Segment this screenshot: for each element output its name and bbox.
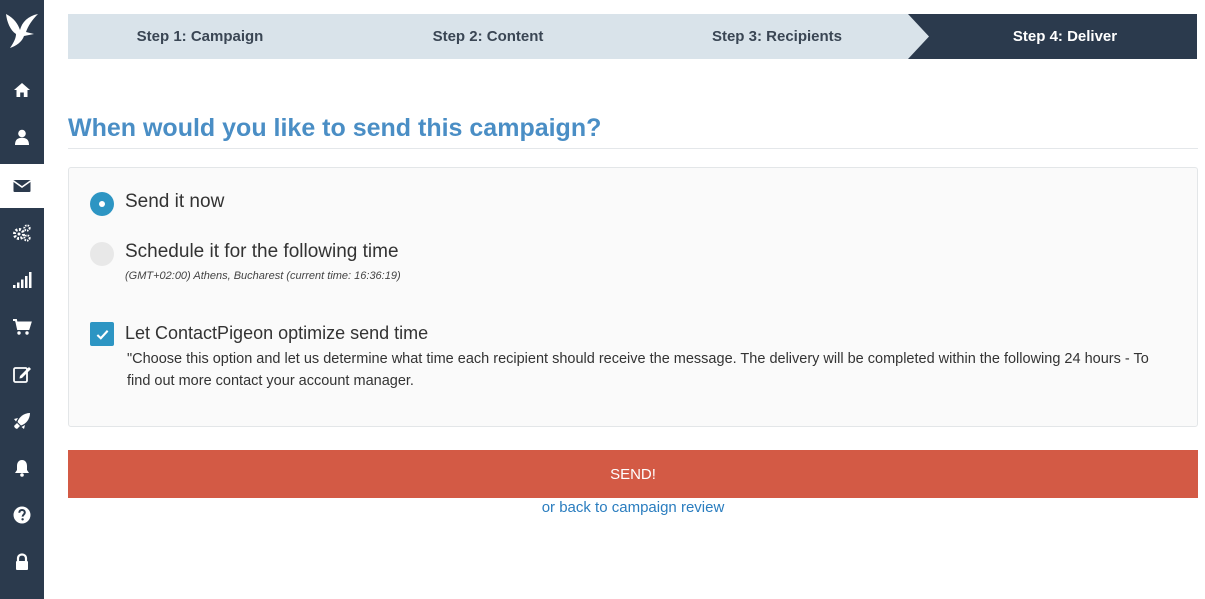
sidebar-item-notifications[interactable] — [0, 446, 44, 490]
bell-icon — [15, 460, 29, 477]
schedule-radio[interactable] — [90, 242, 114, 266]
sidebar-item-reports[interactable] — [0, 258, 44, 302]
pigeon-logo-icon[interactable] — [4, 8, 40, 48]
home-icon — [14, 83, 30, 97]
send-now-radio[interactable] — [90, 192, 114, 216]
title-divider — [68, 148, 1198, 149]
optimize-description: "Choose this option and let us determine… — [127, 351, 1149, 389]
sidebar-item-automation[interactable] — [0, 211, 44, 255]
step-campaign-label: Step 1: Campaign — [136, 28, 264, 45]
sidebar-item-home[interactable] — [0, 68, 44, 112]
step-recipients-label: Step 3: Recipients — [711, 28, 843, 45]
cart-icon — [13, 319, 32, 335]
optimize-checkbox[interactable] — [90, 322, 114, 346]
checkmark-icon — [96, 329, 108, 340]
steps-wizard: Step 1: Campaign Step 2: Content Step 3:… — [68, 14, 1197, 59]
step-campaign[interactable]: Step 1: Campaign — [68, 14, 332, 59]
signal-icon — [13, 272, 32, 288]
timezone-note: (GMT+02:00) Athens, Bucharest (current t… — [125, 270, 401, 282]
envelope-icon — [13, 180, 31, 192]
send-now-label[interactable]: Send it now — [125, 191, 224, 213]
sidebar-item-account[interactable] — [0, 540, 44, 584]
gears-icon — [13, 224, 31, 242]
send-button[interactable]: SEND! — [68, 450, 1198, 498]
delivery-options-panel: Send it now Schedule it for the followin… — [68, 167, 1198, 427]
step-deliver[interactable]: Step 4: Deliver — [928, 14, 1202, 59]
back-to-review-link[interactable]: or back to campaign review — [68, 499, 1198, 516]
help-icon — [13, 506, 31, 524]
step-deliver-label: Step 4: Deliver — [1012, 28, 1118, 45]
step-recipients[interactable]: Step 3: Recipients — [632, 14, 922, 59]
schedule-label[interactable]: Schedule it for the following time — [125, 241, 399, 263]
sidebar-item-help[interactable] — [0, 493, 44, 537]
sidebar-item-launch[interactable] — [0, 399, 44, 443]
edit-icon — [13, 367, 31, 383]
step-content[interactable]: Step 2: Content — [348, 14, 628, 59]
lock-icon — [16, 553, 28, 570]
page-title: When would you like to send this campaig… — [68, 114, 602, 142]
sidebar-item-ecommerce[interactable] — [0, 305, 44, 349]
sidebar-item-contacts[interactable] — [0, 115, 44, 159]
sidebar-item-campaigns[interactable] — [0, 164, 44, 208]
sidebar — [0, 0, 44, 599]
rocket-icon — [14, 413, 30, 429]
sidebar-item-forms[interactable] — [0, 352, 44, 396]
user-icon — [15, 129, 29, 145]
optimize-label[interactable]: Let ContactPigeon optimize send time — [125, 323, 428, 344]
step-content-label: Step 2: Content — [432, 28, 544, 45]
